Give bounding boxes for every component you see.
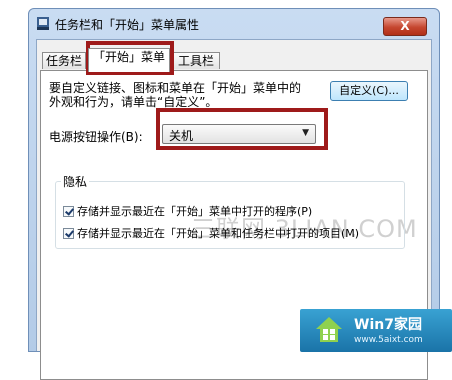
- start-menu-description: 要自定义链接、图标和菜单在「开始」菜单中的 外观和行为，请单击“自定义”。: [49, 81, 329, 109]
- privacy-group-title: 隐私: [61, 173, 90, 190]
- recent-programs-label: 存储并显示最近在「开始」菜单中打开的程序(P): [77, 205, 313, 218]
- site-logo: Win7家园 www.5aixt.com: [300, 309, 452, 352]
- tab-taskbar[interactable]: 任务栏: [42, 52, 86, 69]
- logo-url: www.5aixt.com: [354, 335, 423, 345]
- recent-items-checkbox[interactable]: [63, 227, 74, 239]
- recent-items-label: 存储并显示最近在「开始」菜单和任务栏中打开的项目(M): [77, 227, 360, 240]
- dropdown-highlight-box: [156, 108, 328, 150]
- tab-start-menu[interactable]: 「开始」菜单: [88, 48, 170, 72]
- logo-title: Win7家园: [354, 317, 422, 333]
- description-line-2: 外观和行为，请单击“自定义”。: [49, 95, 218, 109]
- dialog-client-area: 任务栏 「开始」菜单 工具栏 要自定义链接、图标和菜单在「开始」菜单中的 外观和…: [36, 39, 432, 380]
- description-line-1: 要自定义链接、图标和菜单在「开始」菜单中的: [49, 81, 302, 95]
- power-button-label: 电源按钮操作(B):: [49, 130, 143, 144]
- close-button[interactable]: X: [383, 17, 427, 36]
- recent-items-option[interactable]: 存储并显示最近在「开始」菜单和任务栏中打开的项目(M): [63, 225, 359, 241]
- window-title: 任务栏和「开始」菜单属性: [55, 18, 200, 32]
- customize-button[interactable]: 自定义(C)...: [330, 81, 408, 101]
- recent-programs-checkbox[interactable]: [63, 205, 74, 217]
- properties-window: 任务栏和「开始」菜单属性 X 任务栏 「开始」菜单 工具栏 要自定义链接、图标和…: [28, 8, 440, 380]
- title-bar[interactable]: 任务栏和「开始」菜单属性 X: [29, 9, 439, 37]
- recent-programs-option[interactable]: 存储并显示最近在「开始」菜单中打开的程序(P): [63, 203, 312, 219]
- taskbar-icon: [37, 17, 49, 30]
- house-icon: [316, 317, 342, 342]
- tab-toolbars[interactable]: 工具栏: [172, 52, 220, 69]
